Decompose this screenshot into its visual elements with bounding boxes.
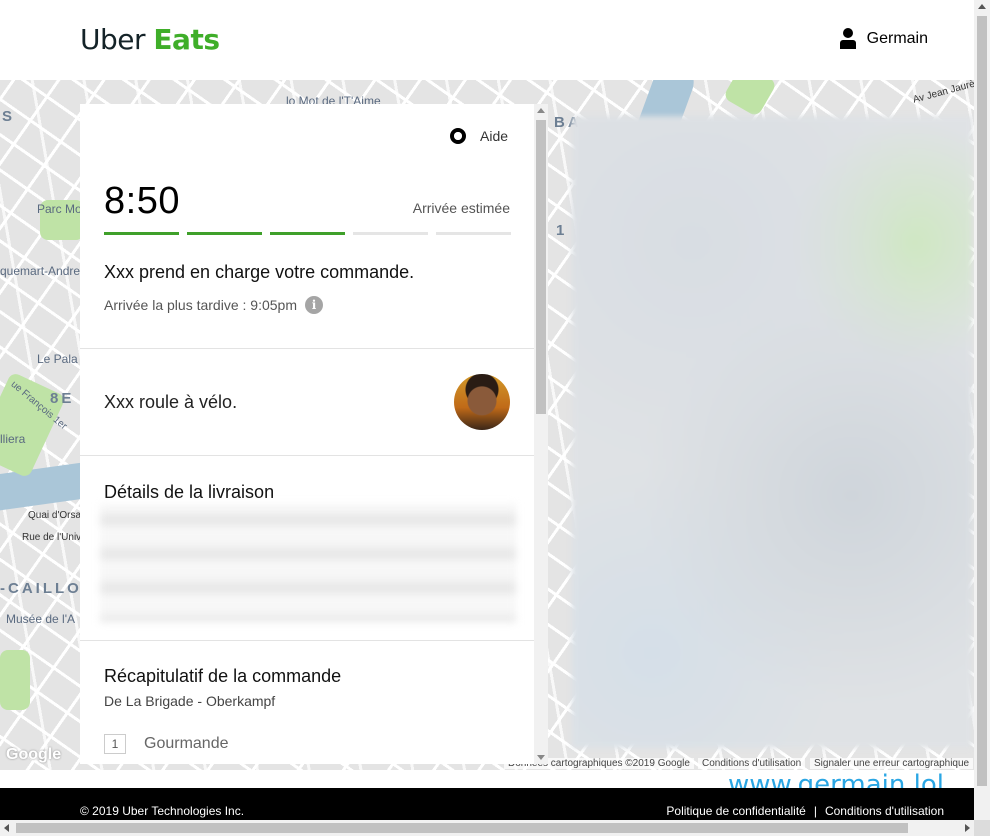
scrollbar-thumb[interactable] [536, 120, 546, 414]
lifebuoy-icon [450, 128, 466, 144]
logo-uber-text: Uber [80, 23, 146, 56]
scroll-up-arrow-icon[interactable] [978, 4, 986, 9]
map-label: Quai d'Orsay [28, 510, 87, 521]
courier-status: Xxx roule à vélo. [104, 392, 238, 412]
logo-eats-text: Eats [153, 23, 220, 56]
help-label: Aide [480, 128, 509, 144]
eta-label: Arrivée estimée [412, 200, 510, 216]
map-label: Le Pala [37, 352, 78, 366]
section-divider [80, 640, 534, 641]
progress-step-pending [436, 232, 511, 235]
user-icon [839, 28, 857, 50]
order-tracking-card: Aide 8:50 Arrivée estimée Xxx prend en c… [80, 104, 548, 764]
top-header: Uber Eats Germain [0, 0, 974, 80]
item-name: Gourmande [144, 735, 229, 752]
order-status: Xxx prend en charge votre commande. [104, 262, 415, 282]
progress-step-done [187, 232, 262, 235]
blurred-delivery-details [100, 504, 516, 622]
page-horizontal-scrollbar[interactable] [0, 820, 974, 836]
page-vertical-scrollbar[interactable] [974, 0, 990, 820]
restaurant-name: De La Brigade - Oberkampf [104, 693, 276, 709]
progress-step-done [104, 232, 179, 235]
google-logo: Google [6, 746, 62, 763]
map-label: lliera [0, 432, 26, 446]
map-terms-link[interactable]: Conditions d'utilisation [698, 758, 806, 769]
map-label: quemart-Andre [0, 264, 81, 278]
eta-time: 8:50 [104, 180, 180, 222]
scrollbar-thumb[interactable] [16, 823, 908, 833]
uber-eats-logo[interactable]: Uber Eats [80, 24, 220, 56]
delivery-details-title: Détails de la livraison [104, 482, 275, 502]
blurred-map-area [572, 116, 972, 748]
scroll-up-arrow-icon[interactable] [537, 108, 545, 113]
map-park [722, 80, 778, 118]
card-scrollbar[interactable] [534, 104, 548, 764]
map-label: Av Jean Jaurès [911, 80, 974, 106]
map-label: 1 [556, 222, 568, 239]
map-label: 8E [50, 390, 75, 407]
map-report-link[interactable]: Signaler une erreur cartographique [810, 758, 974, 769]
map-label: Rue de l'Unive [22, 532, 87, 543]
scrollbar-thumb[interactable] [977, 16, 987, 786]
latest-arrival: Arrivée la plus tardive : 9:05pm i [104, 296, 323, 314]
user-name: Germain [866, 30, 928, 47]
item-quantity: 1 [104, 734, 126, 754]
courier-avatar [454, 374, 510, 430]
page-footer: © 2019 Uber Technologies Inc. Politique … [0, 788, 974, 820]
section-divider [80, 348, 534, 349]
latest-arrival-text: Arrivée la plus tardive : 9:05pm [104, 297, 297, 313]
map-park [0, 650, 30, 710]
scroll-down-arrow-icon[interactable] [537, 755, 545, 760]
copyright: © 2019 Uber Technologies Inc. [80, 804, 245, 818]
terms-link[interactable]: Conditions d'utilisation [825, 804, 944, 818]
map-label: Musée de l'A [6, 612, 75, 626]
footer-separator: | [813, 804, 817, 818]
privacy-link[interactable]: Politique de confidentialité [666, 804, 805, 818]
progress-step-done [270, 232, 345, 235]
order-summary-title: Récapitulatif de la commande [104, 666, 342, 686]
scrollbar-corner [974, 820, 990, 836]
info-icon[interactable]: i [304, 296, 323, 314]
user-menu[interactable]: Germain [839, 28, 928, 50]
progress-step-pending [353, 232, 428, 235]
map-label: S [2, 108, 16, 125]
progress-bar [104, 232, 511, 235]
help-link[interactable]: Aide [450, 128, 508, 144]
order-item: 1 Gourmande [104, 734, 229, 754]
section-divider [80, 455, 534, 456]
footer-links: Politique de confidentialité | Condition… [666, 804, 944, 818]
scroll-left-arrow-icon[interactable] [4, 824, 9, 832]
map-label: Parc Mo [37, 202, 82, 216]
scroll-right-arrow-icon[interactable] [965, 824, 970, 832]
